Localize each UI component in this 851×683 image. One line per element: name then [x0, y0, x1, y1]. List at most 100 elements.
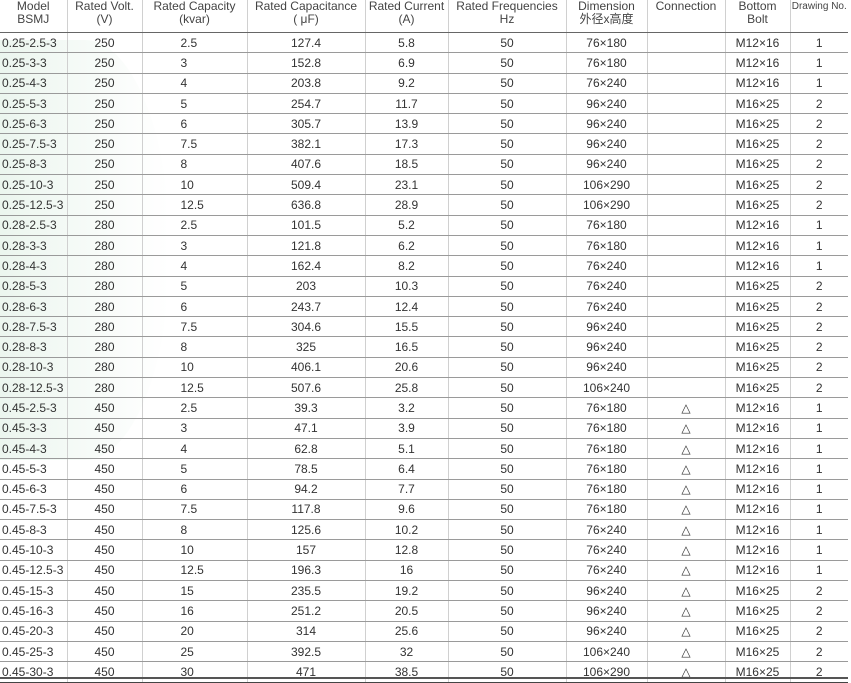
cell-rated-capacitance: 157 — [247, 539, 366, 561]
cell-rated-frequencies: 50 — [448, 93, 567, 115]
cell-rated-current: 19.2 — [365, 580, 449, 602]
cell-model: 0.28-4-3 — [0, 255, 68, 277]
cell-rated-capacity: 2.5 — [142, 32, 248, 54]
cell-model: 0.45-4-3 — [0, 438, 68, 460]
table-row: 0.28-8-3 280 8 325 16.5 50 96×240 M16×25 2 — [0, 336, 848, 358]
cell-connection: △ — [647, 499, 726, 521]
cell-rated-capacitance: 392.5 — [247, 641, 366, 663]
cell-rated-capacitance: 125.6 — [247, 519, 366, 541]
cell-bottom-bolt: M16×25 — [725, 154, 791, 176]
cell-dimension: 76×180 — [566, 235, 648, 257]
cell-bottom-bolt: M12×16 — [725, 560, 791, 582]
cell-rated-capacitance: 117.8 — [247, 499, 366, 521]
cell-bottom-bolt: M12×16 — [725, 52, 791, 74]
cell-rated-capacity: 16 — [142, 600, 248, 622]
cell-rated-current: 20.5 — [365, 600, 449, 622]
cell-drawing-no: 2 — [790, 194, 848, 216]
header-label: Drawing No. — [791, 1, 847, 12]
cell-rated-volt: 450 — [67, 621, 143, 642]
cell-bottom-bolt: M16×25 — [725, 174, 791, 196]
cell-bottom-bolt: M12×16 — [725, 418, 791, 439]
cell-rated-current: 15.5 — [365, 316, 449, 338]
cell-rated-frequencies: 50 — [448, 397, 567, 419]
cell-rated-capacitance: 243.7 — [247, 296, 366, 318]
cell-rated-capacity: 12.5 — [142, 560, 248, 582]
cell-rated-frequencies: 50 — [448, 194, 567, 216]
cell-dimension: 106×290 — [566, 194, 648, 216]
cell-bottom-bolt: M16×25 — [725, 194, 791, 216]
cell-rated-volt: 250 — [67, 32, 143, 54]
cell-bottom-bolt: M12×16 — [725, 519, 791, 541]
cell-rated-capacity: 12.5 — [142, 194, 248, 216]
cell-rated-capacity: 2.5 — [142, 215, 248, 236]
header-connection: Connection — [647, 0, 726, 33]
cell-dimension: 96×240 — [566, 113, 648, 135]
cell-rated-capacitance: 39.3 — [247, 397, 366, 419]
cell-connection: △ — [647, 458, 726, 480]
cell-model: 0.45-10-3 — [0, 539, 68, 561]
cell-rated-capacitance: 127.4 — [247, 32, 366, 54]
cell-rated-current: 12.8 — [365, 539, 449, 561]
cell-drawing-no: 1 — [790, 560, 848, 582]
cell-bottom-bolt: M16×25 — [725, 336, 791, 358]
header-dimension: Dimension 外径x高度 — [566, 0, 648, 33]
cell-dimension: 76×180 — [566, 499, 648, 521]
cell-dimension: 76×240 — [566, 560, 648, 582]
cell-model: 0.45-15-3 — [0, 580, 68, 602]
cell-rated-capacity: 4 — [142, 73, 248, 94]
cell-drawing-no: 2 — [790, 336, 848, 358]
cell-model: 0.28-7.5-3 — [0, 316, 68, 338]
cell-dimension: 76×180 — [566, 479, 648, 500]
cell-rated-current: 18.5 — [365, 154, 449, 176]
cell-dimension: 106×290 — [566, 174, 648, 196]
table-row: 0.28-3-3 280 3 121.8 6.2 50 76×180 M12×16 1 — [0, 235, 848, 257]
cell-rated-volt: 250 — [67, 174, 143, 196]
table-row: 0.45-25-3 450 25 392.5 32 50 106×240 △ M16×25 2 — [0, 641, 848, 663]
cell-rated-frequencies: 50 — [448, 276, 567, 297]
cell-connection: △ — [647, 519, 726, 541]
cell-bottom-bolt: M16×25 — [725, 600, 791, 622]
cell-rated-frequencies: 50 — [448, 336, 567, 358]
cell-rated-capacity: 5 — [142, 93, 248, 115]
cell-dimension: 76×180 — [566, 32, 648, 54]
cell-rated-capacitance: 101.5 — [247, 215, 366, 236]
cell-dimension: 96×240 — [566, 357, 648, 379]
cell-rated-capacitance: 162.4 — [247, 255, 366, 277]
cell-bottom-bolt: M16×25 — [725, 377, 791, 399]
cell-bottom-bolt: M16×25 — [725, 296, 791, 318]
cell-rated-frequencies: 50 — [448, 32, 567, 54]
cell-rated-frequencies: 50 — [448, 255, 567, 277]
cell-dimension: 96×240 — [566, 133, 648, 155]
cell-connection: △ — [647, 418, 726, 439]
cell-rated-volt: 280 — [67, 296, 143, 318]
cell-bottom-bolt: M12×16 — [725, 32, 791, 54]
cell-dimension: 96×240 — [566, 580, 648, 602]
table-row: 0.25-7.5-3 250 7.5 382.1 17.3 50 96×240 M16×25 2 — [0, 133, 848, 155]
cell-rated-capacitance: 254.7 — [247, 93, 366, 115]
cell-rated-frequencies: 50 — [448, 154, 567, 176]
cell-rated-volt: 280 — [67, 357, 143, 379]
cell-bottom-bolt: M12×16 — [725, 73, 791, 94]
cell-connection — [647, 316, 726, 338]
cell-model: 0.28-2.5-3 — [0, 215, 68, 236]
cell-drawing-no: 1 — [790, 499, 848, 521]
cell-rated-frequencies: 50 — [448, 133, 567, 155]
cell-rated-capacity: 10 — [142, 174, 248, 196]
cell-rated-capacitance: 407.6 — [247, 154, 366, 176]
cell-connection: △ — [647, 600, 726, 622]
cell-dimension: 106×240 — [566, 377, 648, 399]
cell-drawing-no: 2 — [790, 174, 848, 196]
cell-model: 0.45-7.5-3 — [0, 499, 68, 521]
cell-connection: △ — [647, 438, 726, 460]
cell-rated-frequencies: 50 — [448, 73, 567, 94]
cell-model: 0.28-8-3 — [0, 336, 68, 358]
cell-bottom-bolt: M12×16 — [725, 397, 791, 419]
cell-drawing-no: 2 — [790, 580, 848, 602]
cell-rated-volt: 450 — [67, 641, 143, 663]
cell-rated-volt: 280 — [67, 235, 143, 257]
cell-rated-current: 3.9 — [365, 418, 449, 439]
table-row: 0.25-10-3 250 10 509.4 23.1 50 106×290 M16×25 2 — [0, 174, 848, 196]
cell-connection — [647, 52, 726, 74]
cell-bottom-bolt: M16×25 — [725, 276, 791, 297]
cell-rated-current: 9.6 — [365, 499, 449, 521]
